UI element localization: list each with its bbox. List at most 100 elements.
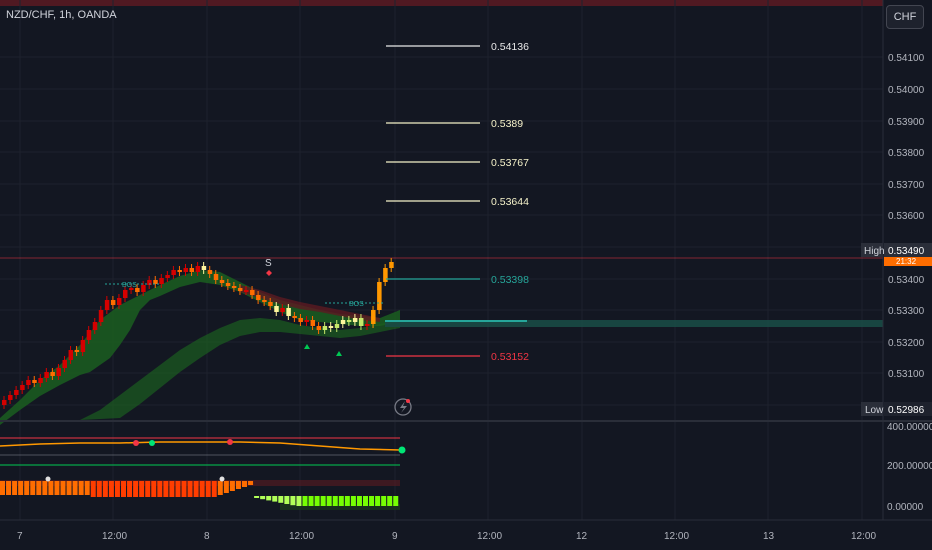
bos-label-2: BOS	[349, 301, 364, 308]
histogram-bar	[30, 481, 36, 495]
histogram-bar	[272, 496, 278, 502]
swing-label: S	[265, 258, 272, 269]
price-tick: 0.53700	[888, 180, 925, 191]
fib-level-label: 0.53398	[491, 274, 529, 286]
histogram-bar	[229, 481, 235, 491]
fib-level-5: 0.53152	[386, 351, 529, 363]
time-tick: 12:00	[102, 531, 127, 542]
time-tick: 12:00	[851, 531, 876, 542]
low-tag-label: Low	[865, 405, 884, 416]
time-tick: 8	[204, 531, 210, 542]
candle	[147, 276, 152, 289]
fib-level-0: 0.54136	[386, 41, 529, 53]
candle	[26, 376, 31, 389]
histogram-bar	[211, 481, 217, 497]
histogram-bar	[223, 481, 229, 493]
candle	[2, 396, 7, 409]
time-tick: 12:00	[664, 531, 689, 542]
signal-dot	[219, 476, 225, 482]
price-tick: 0.53800	[888, 148, 925, 159]
histogram-bar	[326, 496, 332, 506]
signal-dot	[149, 440, 155, 446]
candle	[165, 271, 170, 282]
countdown: 21:32	[896, 257, 917, 266]
histogram-bar	[308, 496, 314, 506]
histogram-bar	[151, 481, 157, 497]
up-triangle-icon	[336, 351, 342, 356]
up-triangle-icon	[304, 344, 310, 349]
swing-diamond-icon	[266, 270, 272, 276]
candle	[177, 266, 182, 276]
currency-button[interactable]: CHF	[886, 5, 924, 29]
histogram-bar	[108, 481, 114, 497]
histogram-bar	[163, 481, 169, 497]
histogram-bar	[66, 481, 72, 495]
fib-level-1: 0.5389	[386, 118, 523, 130]
histogram-bar	[375, 496, 381, 506]
histogram-bar	[344, 496, 350, 506]
signal-dot	[227, 439, 233, 445]
histogram-bar	[139, 481, 145, 497]
time-tick: 7	[17, 531, 23, 542]
histogram-bar	[235, 481, 241, 489]
fib-level-label: 0.53152	[491, 351, 529, 363]
high-tag-value: 0.53490	[888, 246, 925, 257]
histogram-bar	[320, 496, 326, 506]
histogram-bar	[205, 481, 211, 497]
histogram-bar	[290, 496, 296, 506]
histogram-bar	[393, 496, 399, 506]
histogram-bar	[302, 496, 308, 506]
candle	[104, 296, 110, 314]
signal-dot	[398, 446, 406, 454]
oscillator-pane	[0, 437, 406, 510]
histogram-bar	[42, 481, 48, 495]
histogram-bar	[356, 496, 362, 506]
candle	[383, 264, 388, 286]
histogram-bar	[314, 496, 320, 506]
histogram-bar	[278, 496, 284, 503]
osc-axis[interactable]: 400.00000 200.00000 0.00000	[887, 422, 932, 513]
histogram-bar	[127, 481, 133, 497]
osc-tick: 200.00000	[887, 461, 932, 472]
low-tag-value: 0.52986	[888, 405, 925, 416]
time-tick: 12:00	[477, 531, 502, 542]
time-tick: 13	[763, 531, 775, 542]
histogram-bar	[121, 481, 126, 497]
histogram-bar	[248, 481, 254, 485]
price-tick: 0.54100	[888, 53, 925, 64]
high-tag-label: High	[864, 246, 885, 257]
histogram-bar	[266, 496, 272, 501]
histogram-bar	[78, 481, 84, 495]
candle	[153, 276, 158, 288]
histogram-bar	[18, 481, 24, 495]
histogram-bar	[60, 481, 66, 495]
price-axis[interactable]: 0.54100 0.54000 0.53900 0.53800 0.53700 …	[888, 53, 925, 380]
symbol-title[interactable]: NZD/CHF, 1h, OANDA	[6, 9, 117, 21]
price-tick: 0.53600	[888, 211, 925, 222]
histogram-bar	[363, 496, 368, 506]
candle	[20, 381, 25, 394]
histogram-bar	[260, 496, 266, 500]
histogram-bar	[24, 481, 30, 495]
histogram-bar	[254, 496, 260, 498]
histogram-bar	[175, 481, 181, 497]
histogram-bar	[114, 481, 120, 497]
time-axis[interactable]: 7 12:00 8 12:00 9 12:00 12 12:00 13 12:0…	[17, 531, 876, 542]
histogram-bar	[90, 481, 96, 497]
time-tick: 9	[392, 531, 398, 542]
signal-dot	[133, 440, 139, 446]
candle	[14, 386, 19, 399]
histogram-bar	[12, 481, 18, 495]
lightning-icon[interactable]	[394, 398, 412, 416]
histogram-bar	[84, 481, 90, 495]
histogram-bar	[187, 481, 193, 497]
price-tick: 0.53200	[888, 338, 925, 349]
histogram-bar	[338, 496, 344, 506]
histogram-bar	[72, 481, 78, 495]
histogram-bar	[0, 481, 5, 495]
histogram-bar	[242, 481, 247, 487]
price-tick: 0.53900	[888, 117, 925, 128]
histogram-bar	[102, 481, 108, 497]
chart-canvas[interactable]: BOS BOS S 0.54136 0.5389 0.53767 0.53644 0.5…	[0, 0, 932, 550]
fib-level-label: 0.5389	[491, 118, 523, 130]
